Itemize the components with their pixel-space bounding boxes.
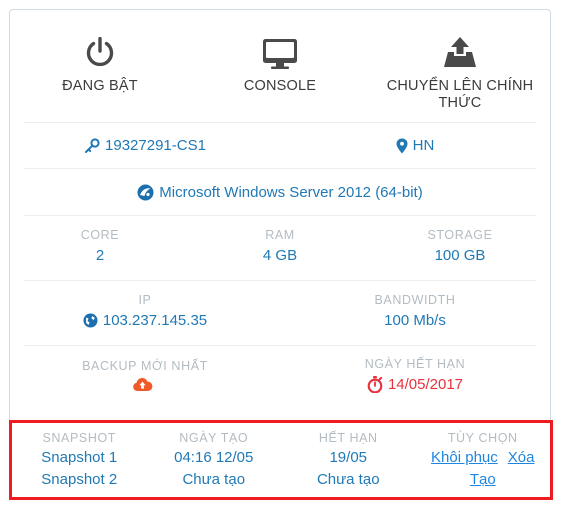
os-value-group: Microsoft Windows Server 2012 (64-bit) xyxy=(137,182,423,203)
spec-core: CORE 2 xyxy=(10,227,190,266)
globe-icon xyxy=(83,313,98,328)
expiry-cell: NGÀY HẾT HẠN 14/05/2017 xyxy=(280,356,550,395)
server-id-cell: 19327291-CS1 xyxy=(10,135,280,156)
backup-caption: BACKUP MỚI NHẤT xyxy=(82,358,208,373)
os-cell: Microsoft Windows Server 2012 (64-bit) xyxy=(10,182,550,203)
snapshot-col-created: NGÀY TẠO xyxy=(179,431,249,445)
backup-value-group[interactable] xyxy=(132,376,158,393)
monitor-icon xyxy=(261,34,299,72)
snapshot-name: Snapshot 1 xyxy=(41,449,118,466)
snapshot-expires: 19/05 xyxy=(329,449,368,466)
identity-row: 19327291-CS1 HN xyxy=(10,123,550,168)
power-state-action[interactable]: ĐANG BẬT xyxy=(10,20,190,122)
delete-snapshot-link[interactable]: Xóa xyxy=(508,449,535,466)
ip-value-group: 103.237.145.35 xyxy=(83,310,207,331)
region-cell: HN xyxy=(280,135,550,156)
snapshot-name: Snapshot 2 xyxy=(41,471,118,488)
snapshot-section-highlight: SNAPSHOT NGÀY TẠO HẾT HẠN TÙY CHỌN Snaps… xyxy=(9,420,553,500)
core-value: 2 xyxy=(95,246,105,264)
storage-value: 100 GB xyxy=(434,246,486,264)
location-pin-icon xyxy=(396,138,408,154)
ip-cell: IP 103.237.145.35 xyxy=(10,292,280,331)
snapshot-col-options: TÙY CHỌN xyxy=(447,431,518,445)
region-value-group: HN xyxy=(396,135,435,156)
console-label: CONSOLE xyxy=(243,78,317,94)
expiry-value-group: 14/05/2017 xyxy=(367,374,463,395)
cloud-upload-icon[interactable] xyxy=(132,376,153,393)
ip-value-text: 103.237.145.35 xyxy=(102,311,208,329)
table-row: Snapshot 2 Chưa tạo Chưa tạo Tạo xyxy=(12,469,550,497)
snapshot-col-name: SNAPSHOT xyxy=(42,431,117,445)
bandwidth-caption: BANDWIDTH xyxy=(374,292,456,307)
snapshot-col-expires: HẾT HẠN xyxy=(318,431,378,445)
table-row: Snapshot 1 04:16 12/05 19/05 Khôi phục X… xyxy=(12,447,550,469)
expiry-caption: NGÀY HẾT HẠN xyxy=(364,356,466,371)
action-bar: ĐANG BẬT CONSOLE CHUYỂN LÊN CHÍNH THỨC xyxy=(10,10,550,122)
snapshot-options: Khôi phục Xóa xyxy=(416,447,551,469)
specs-row: CORE 2 RAM 4 GB STORAGE 100 GB xyxy=(10,216,550,280)
stopwatch-icon xyxy=(367,375,383,393)
backup-cell: BACKUP MỚI NHẤT xyxy=(10,358,280,393)
restore-snapshot-link[interactable]: Khôi phục xyxy=(431,449,498,466)
region-text: HN xyxy=(412,137,435,154)
bandwidth-value: 100 Mb/s xyxy=(384,311,446,329)
bandwidth-cell: BANDWIDTH 100 Mb/s xyxy=(280,292,550,331)
server-info-card: ĐANG BẬT CONSOLE CHUYỂN LÊN CHÍNH THỨC 1… xyxy=(9,9,553,500)
power-state-label: ĐANG BẬT xyxy=(62,78,138,94)
expiry-value-text: 14/05/2017 xyxy=(387,375,464,393)
spec-storage: STORAGE 100 GB xyxy=(370,227,550,266)
os-name-text: Microsoft Windows Server 2012 (64-bit) xyxy=(159,183,423,201)
key-icon xyxy=(84,137,100,154)
promote-official-action[interactable]: CHUYỂN LÊN CHÍNH THỨC xyxy=(370,20,550,122)
snapshot-created: Chưa tạo xyxy=(182,471,246,488)
create-snapshot-link[interactable]: Tạo xyxy=(470,471,496,488)
os-row: Microsoft Windows Server 2012 (64-bit) xyxy=(10,169,550,215)
power-icon xyxy=(85,34,115,72)
backup-expiry-row: BACKUP MỚI NHẤT NGÀY HẾT HẠN 14/05/2017 xyxy=(10,346,550,406)
ram-caption: RAM xyxy=(265,227,295,242)
snapshot-expires: Chưa tạo xyxy=(316,471,380,488)
network-row: IP 103.237.145.35 BANDWIDTH 100 Mb/s xyxy=(10,281,550,345)
ram-value: 4 GB xyxy=(262,246,298,264)
server-id-text: 19327291-CS1 xyxy=(105,137,206,154)
spec-ram: RAM 4 GB xyxy=(190,227,370,266)
snapshot-created: 04:16 12/05 xyxy=(174,449,254,466)
core-caption: CORE xyxy=(80,227,120,242)
snapshot-options: Tạo xyxy=(416,469,551,497)
server-id-value-group: 19327291-CS1 xyxy=(84,135,206,156)
snapshot-header-row: SNAPSHOT NGÀY TẠO HẾT HẠN TÙY CHỌN xyxy=(12,423,550,447)
storage-caption: STORAGE xyxy=(427,227,493,242)
ip-caption: IP xyxy=(138,292,152,307)
console-action[interactable]: CONSOLE xyxy=(190,20,370,122)
promote-official-label: CHUYỂN LÊN CHÍNH THỨC xyxy=(386,78,534,111)
upload-icon xyxy=(441,34,479,72)
snapshot-table: SNAPSHOT NGÀY TẠO HẾT HẠN TÙY CHỌN Snaps… xyxy=(12,423,550,497)
os-globe-icon xyxy=(137,184,154,201)
